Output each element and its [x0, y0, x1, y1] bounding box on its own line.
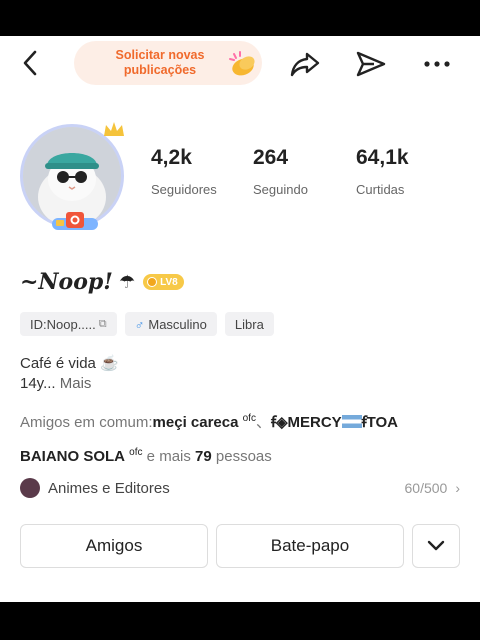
- mutual-friends[interactable]: Amigos em comum:meçi careca ofc、ꞙ◈MERCY ꞙ…: [20, 404, 460, 472]
- avatar[interactable]: [16, 120, 136, 232]
- copy-icon[interactable]: ⧉: [99, 318, 107, 331]
- mutual-friend-1: meçi careca: [152, 414, 239, 431]
- mutual-and-more: e mais: [142, 448, 196, 465]
- group-avatar: [20, 478, 40, 498]
- more-icon[interactable]: [420, 48, 454, 80]
- group-count: 60/500: [404, 480, 448, 496]
- bio-text: 14y...: [20, 375, 56, 392]
- mutual-friend-3: BAIANO SOLA: [20, 448, 125, 465]
- argentina-flag-icon: [341, 415, 362, 428]
- gender-chip: ♂ Masculino: [124, 312, 217, 336]
- mutual-friend-2-a: ꞙ◈MERCY: [270, 414, 342, 431]
- gender-label: Masculino: [148, 316, 207, 332]
- send-icon[interactable]: [354, 48, 388, 80]
- mutual-separator: 、: [255, 414, 271, 431]
- mutual-count: 79: [195, 448, 212, 465]
- request-new-posts-button[interactable]: Solicitar novas publicações: [74, 41, 262, 85]
- sign-label: Libra: [234, 316, 264, 332]
- group-name: Animes e Editores: [48, 479, 170, 497]
- following-count: 264: [253, 146, 289, 169]
- mutual-friend-2-b: ꞙTOA: [361, 414, 399, 431]
- chevron-down-icon[interactable]: [412, 524, 460, 568]
- chat-button[interactable]: Bate-papo: [216, 524, 404, 568]
- group-row[interactable]: Animes e Editores 60/500 ›: [20, 474, 460, 502]
- likes-label: Curtidas: [356, 182, 405, 197]
- profile-screen: Solicitar novas publicações 4,2k Seguido…: [0, 36, 480, 602]
- name-row: ~Noop! ☂ LV8: [20, 266, 184, 298]
- profile-name: ~Noop!: [20, 269, 113, 295]
- mutual-people: pessoas: [211, 448, 272, 465]
- level-icon: [147, 277, 158, 287]
- followers-label: Seguidores: [151, 182, 217, 197]
- camera-frame-icon: [50, 210, 100, 232]
- level-badge[interactable]: LV8: [143, 274, 184, 290]
- crown-icon: [102, 120, 126, 140]
- likes-count: 64,1k: [356, 146, 409, 169]
- back-arrow-icon[interactable]: [18, 48, 44, 78]
- profile-chips: ID:Noop..... ⧉ ♂ Masculino Libra: [20, 312, 274, 336]
- sign-chip: Libra: [224, 312, 274, 336]
- stat-following[interactable]: 264 Seguindo: [253, 146, 308, 197]
- bio-more-link[interactable]: Mais: [60, 375, 92, 392]
- umbrella-icon: ☂: [118, 271, 136, 292]
- friends-button[interactable]: Amigos: [20, 524, 208, 568]
- mutual-friend-1-tag: ofc: [242, 413, 256, 424]
- mutual-prefix: Amigos em comum:: [20, 414, 153, 431]
- stat-likes[interactable]: 64,1k Curtidas: [356, 146, 409, 197]
- level-label: LV8: [160, 276, 178, 288]
- mutual-friend-3-tag: ofc: [129, 447, 143, 458]
- share-icon[interactable]: [288, 48, 322, 80]
- bio: Café é vida ☕ 14y... Mais: [20, 354, 119, 394]
- chevron-right-icon: ›: [455, 480, 460, 496]
- id-chip[interactable]: ID:Noop..... ⧉: [20, 312, 117, 336]
- male-icon: ♂: [134, 316, 145, 332]
- stat-followers[interactable]: 4,2k Seguidores: [151, 146, 217, 197]
- id-label: ID:Noop.....: [30, 316, 96, 332]
- request-new-posts-label: Solicitar novas publicações: [115, 48, 205, 77]
- top-bar: Solicitar novas publicações: [0, 36, 480, 92]
- following-label: Seguindo: [253, 182, 308, 197]
- followers-count: 4,2k: [151, 146, 192, 169]
- bio-line-1: Café é vida ☕: [20, 355, 119, 372]
- clapping-hands-icon: [226, 50, 260, 78]
- bio-line-2: 14y... Mais: [20, 374, 119, 394]
